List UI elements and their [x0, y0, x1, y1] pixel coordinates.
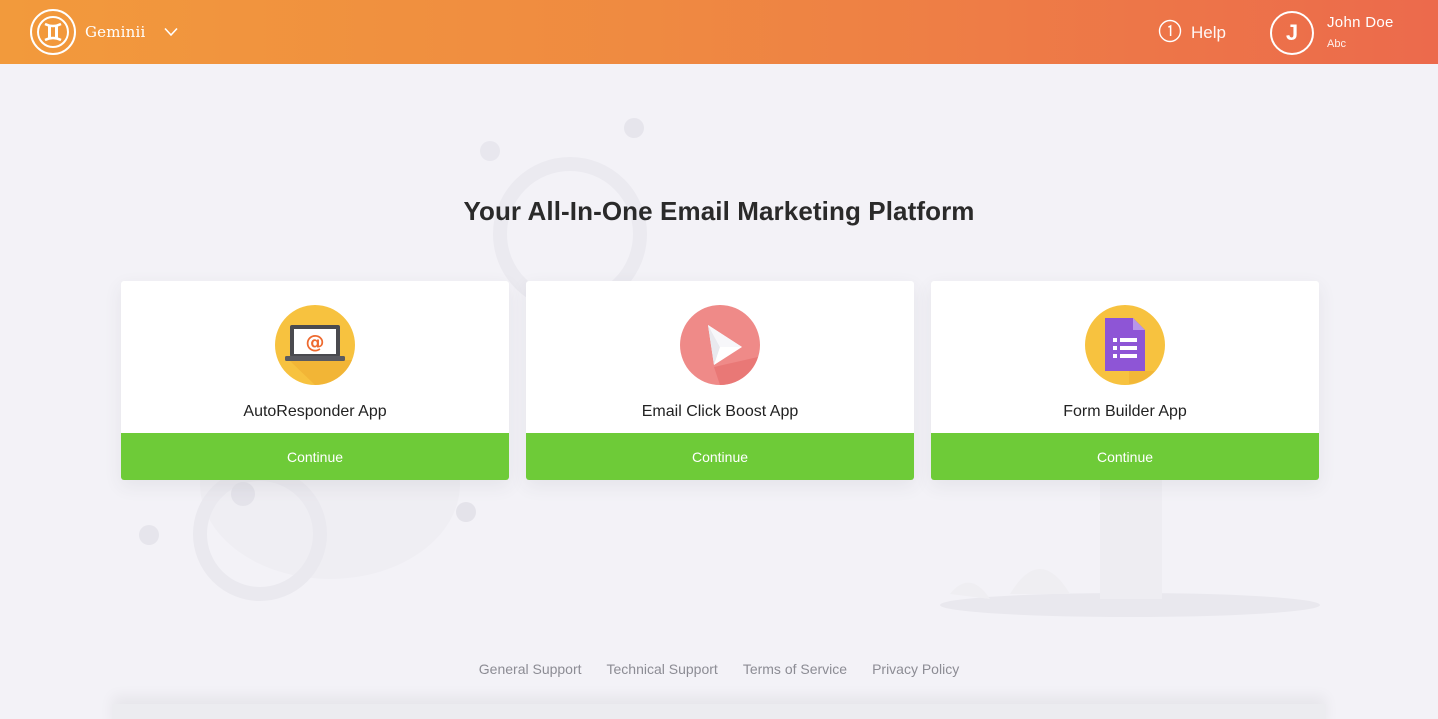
continue-button[interactable]: Continue — [526, 433, 914, 480]
page-title: Your All-In-One Email Marketing Platform — [463, 196, 975, 226]
top-bar: Geminii Help J John Doe Abc — [0, 0, 1438, 64]
continue-button[interactable]: Continue — [121, 433, 509, 480]
bottom-panel-edge — [112, 704, 1326, 719]
user-name: John Doe — [1327, 14, 1394, 31]
continue-button[interactable]: Continue — [931, 433, 1319, 480]
laptop-email-icon: @ — [275, 305, 355, 385]
app-card-autoresponder: @ AutoResponder App Continue — [121, 281, 509, 480]
brand-name: Geminii — [85, 23, 146, 41]
svg-text:@: @ — [306, 331, 325, 353]
help-icon — [1158, 19, 1182, 48]
avatar: J — [1270, 11, 1314, 55]
brand-logo-icon — [30, 9, 76, 55]
footer-link-terms-of-service[interactable]: Terms of Service — [743, 661, 847, 677]
footer-links: General Support Technical Support Terms … — [0, 661, 1438, 677]
app-card-form-builder: Form Builder App Continue — [931, 281, 1319, 480]
user-info: John Doe Abc — [1327, 14, 1394, 52]
chevron-down-icon — [163, 27, 178, 37]
app-title: Email Click Boost App — [641, 403, 799, 420]
app-title: AutoResponder App — [243, 403, 387, 420]
app-title: Form Builder App — [1063, 403, 1187, 420]
footer-link-privacy-policy[interactable]: Privacy Policy — [872, 661, 959, 677]
user-subtitle: Abc — [1327, 38, 1346, 50]
help-link[interactable]: Help — [1158, 19, 1226, 48]
paper-plane-icon — [680, 305, 760, 385]
form-document-icon — [1085, 305, 1165, 385]
app-card-email-click-boost: Email Click Boost App Continue — [526, 281, 914, 480]
help-label: Help — [1191, 23, 1226, 42]
footer-link-technical-support[interactable]: Technical Support — [607, 661, 718, 677]
footer-link-general-support[interactable]: General Support — [479, 661, 582, 677]
user-menu[interactable]: J John Doe Abc — [1270, 11, 1394, 55]
brand-switcher[interactable]: Geminii — [30, 9, 178, 55]
